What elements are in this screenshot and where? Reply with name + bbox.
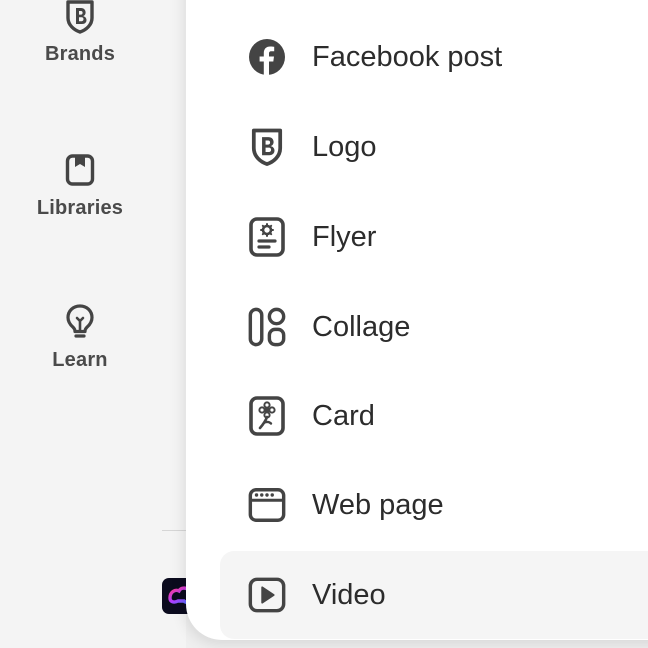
menu-item-video[interactable]: Video	[220, 551, 648, 639]
menu-item-label: Video	[312, 578, 386, 611]
menu-item-logo[interactable]: Logo	[220, 103, 648, 191]
app-window: Brands Libraries Learn Facebook post Log…	[0, 0, 648, 648]
menu-item-label: Facebook post	[312, 40, 503, 73]
web-page-icon	[247, 485, 287, 525]
rail-item-label: Learn	[52, 349, 108, 371]
menu-item-facebook-post[interactable]: Facebook post	[220, 13, 648, 101]
video-icon	[247, 575, 287, 615]
card-icon	[247, 396, 287, 436]
facebook-icon	[247, 37, 287, 77]
rail-item-label: Brands	[44, 43, 116, 65]
rail-item-brands[interactable]: Brands	[0, 0, 160, 66]
rail-item-libraries[interactable]: Libraries	[0, 152, 160, 220]
menu-item-label: Flyer	[312, 220, 377, 253]
menu-item-label: Logo	[312, 130, 377, 163]
lightbulb-icon	[62, 304, 98, 340]
menu-item-web-page[interactable]: Web page	[220, 461, 648, 549]
logo-shield-icon	[247, 127, 287, 167]
rail-item-label: Libraries	[36, 197, 124, 219]
brand-shield-icon	[62, 0, 98, 34]
flyer-icon	[247, 217, 287, 257]
menu-item-label: Web page	[312, 488, 444, 521]
library-icon	[62, 152, 98, 188]
left-rail: Brands Libraries Learn	[0, 0, 202, 648]
menu-item-flyer[interactable]: Flyer	[220, 193, 648, 281]
collage-icon	[247, 307, 287, 347]
rail-item-learn[interactable]: Learn	[0, 304, 160, 372]
menu-item-collage[interactable]: Collage	[220, 283, 648, 371]
menu-item-label: Card	[312, 399, 375, 432]
menu-item-card[interactable]: Card	[220, 372, 648, 460]
menu-item-label: Collage	[312, 310, 411, 343]
